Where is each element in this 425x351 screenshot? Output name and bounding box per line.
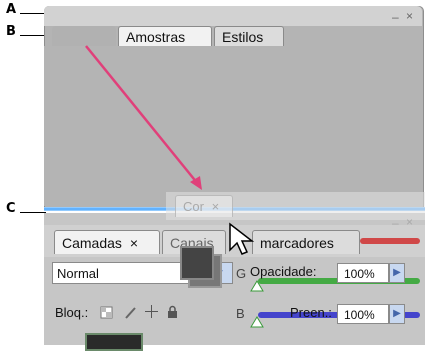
tab-camadas-label: Camadas	[62, 235, 122, 251]
lock-paint-brush-icon[interactable]	[124, 306, 137, 319]
foreground-color-swatch[interactable]	[180, 246, 214, 280]
lock-transparent-icon[interactable]	[100, 306, 113, 319]
opacity-input[interactable]: 100%	[337, 263, 389, 283]
fill-input[interactable]: 100%	[337, 304, 389, 324]
fill-arrow-button[interactable]: ▶	[389, 304, 405, 324]
lock-all-icon[interactable]	[166, 305, 179, 318]
g-letter: G	[236, 266, 247, 281]
b-letter: B	[236, 306, 245, 321]
fill-label: Preen.:	[290, 305, 332, 320]
blue-slider-triangle-icon[interactable]	[250, 316, 264, 328]
tab-cor-label: Cor	[183, 199, 204, 214]
tab-cor[interactable]: Cor ×	[175, 195, 233, 217]
mouse-cursor-icon	[229, 222, 255, 255]
tab-camadas[interactable]: Camadas ×	[54, 230, 160, 254]
green-slider-triangle-icon[interactable]	[250, 280, 264, 292]
floating-close-button[interactable]: ×	[406, 215, 413, 229]
opacity-arrow-button[interactable]: ▶	[389, 263, 405, 283]
layer-thumbnail[interactable]	[85, 333, 143, 351]
lock-label: Bloq.:	[55, 305, 89, 320]
red-channel-bar	[360, 238, 420, 244]
lock-move-icon[interactable]	[145, 305, 158, 318]
tab-cor-close-icon[interactable]: ×	[212, 199, 220, 214]
tab-marcadores[interactable]: marcadores	[252, 230, 360, 254]
opacity-label: Opacidade:	[250, 264, 317, 279]
floating-minimize-button[interactable]: –	[392, 216, 399, 230]
tab-camadas-close-icon[interactable]: ×	[130, 235, 138, 251]
